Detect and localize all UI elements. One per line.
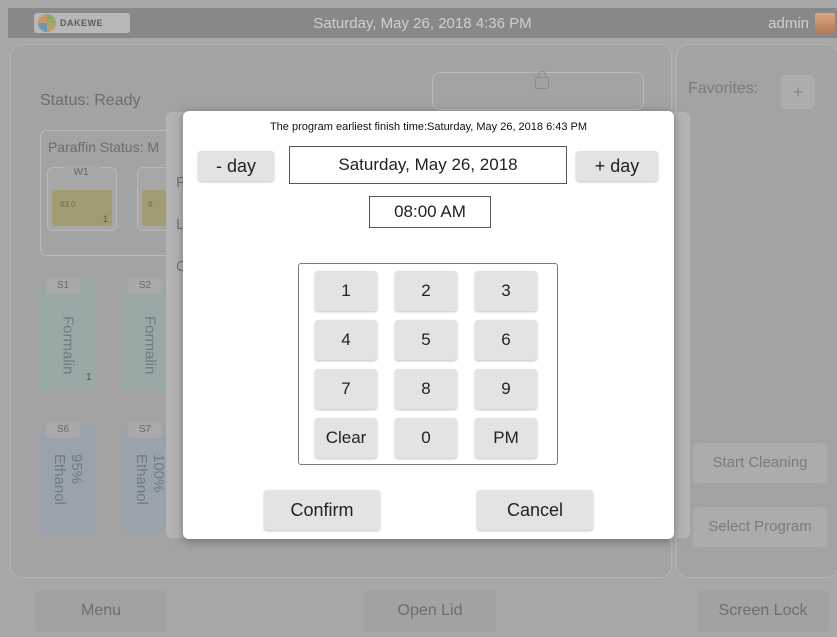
station-s6[interactable]: S6 95% Ethanol <box>40 422 96 534</box>
clear-key[interactable]: Clear <box>315 418 377 458</box>
select-program-button[interactable]: Select Program <box>693 507 827 547</box>
station-s2-label: S2 <box>128 278 162 294</box>
top-bar: DAKEWE Saturday, May 26, 2018 4:36 PM ad… <box>8 8 837 38</box>
add-favorite-button[interactable]: + <box>781 75 815 109</box>
station-s1-reagent: Formalin <box>59 315 77 375</box>
key-6[interactable]: 6 <box>475 320 537 360</box>
numeric-keypad: 1 2 3 4 5 6 7 8 9 Clear 0 PM <box>298 263 558 465</box>
status-text: Status: Ready <box>40 92 141 109</box>
station-s6-label: S6 <box>46 422 80 438</box>
station-s1-label: S1 <box>46 278 80 294</box>
favorites-label: Favorites: <box>688 80 759 97</box>
user-avatar-icon[interactable] <box>815 13 835 33</box>
menu-button[interactable]: Menu <box>35 590 167 632</box>
key-4[interactable]: 4 <box>315 320 377 360</box>
station-s1-count: 1 <box>86 372 92 383</box>
end-time-dialog: The program earliest finish time:Saturda… <box>183 111 674 539</box>
tank-w1-count: 1 <box>102 214 108 224</box>
time-input[interactable]: 08:00 AM <box>369 196 491 228</box>
tank-w1-value: 63.0 <box>60 200 76 209</box>
minus-day-button[interactable]: - day <box>198 151 274 181</box>
key-0[interactable]: 0 <box>395 418 457 458</box>
earliest-finish-text: The program earliest finish time:Saturda… <box>269 121 588 133</box>
user-name: admin <box>768 15 809 32</box>
tank-w1-label: W1 <box>62 166 100 180</box>
key-1[interactable]: 1 <box>315 271 377 311</box>
screen-lock-button[interactable]: Screen Lock <box>697 590 829 632</box>
app-window: DAKEWE Saturday, May 26, 2018 4:36 PM ad… <box>0 0 837 637</box>
current-datetime: Saturday, May 26, 2018 4:36 PM <box>313 15 532 32</box>
paraffin-tank-w1[interactable]: W1 63.0 1 <box>47 166 117 231</box>
plus-day-button[interactable]: + day <box>576 151 658 181</box>
key-9[interactable]: 9 <box>475 369 537 409</box>
tank-w1-fill: 63.0 1 <box>52 190 112 226</box>
station-s7-label: S7 <box>128 422 162 438</box>
confirm-button[interactable]: Confirm <box>264 490 380 530</box>
lock-icon <box>535 71 549 89</box>
key-7[interactable]: 7 <box>315 369 377 409</box>
station-s6-reagent: 95% Ethanol <box>51 454 85 505</box>
key-5[interactable]: 5 <box>395 320 457 360</box>
am-pm-key[interactable]: PM <box>475 418 537 458</box>
tank-w2-value: 6 <box>148 200 153 209</box>
key-2[interactable]: 2 <box>395 271 457 311</box>
station-s1[interactable]: S1 Formalin 1 <box>40 278 96 390</box>
cancel-button[interactable]: Cancel <box>477 490 593 530</box>
open-lid-button[interactable]: Open Lid <box>364 590 496 632</box>
paraffin-status-label: Paraffin Status: M <box>48 139 160 155</box>
start-cleaning-button[interactable]: Start Cleaning <box>693 443 827 483</box>
key-8[interactable]: 8 <box>395 369 457 409</box>
side-panel <box>676 44 837 578</box>
retort-lock-box <box>432 71 644 110</box>
date-field: Saturday, May 26, 2018 <box>289 146 567 184</box>
key-3[interactable]: 3 <box>475 271 537 311</box>
